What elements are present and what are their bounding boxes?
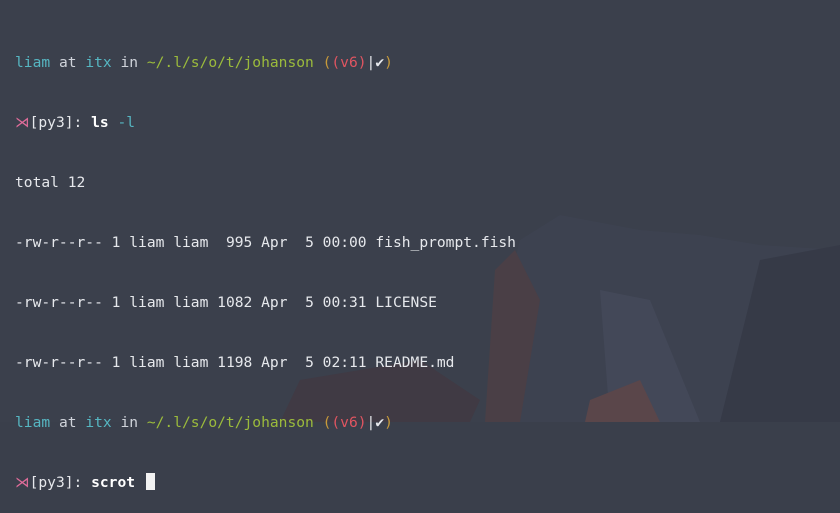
file-row: -rw-r--r-- 1 liam liam 995 Apr 5 00:00 f…	[15, 234, 516, 251]
fish-icon: ⋊	[15, 474, 30, 491]
prompt-host: itx	[85, 54, 112, 71]
file-row: -rw-r--r-- 1 liam liam 1198 Apr 5 02:11 …	[15, 354, 455, 371]
prompt-path: ~/.l/s/o/t/johanson	[146, 414, 314, 431]
file-name: LICENSE	[375, 294, 437, 311]
prompt-line: liam at itx in ~/.l/s/o/t/johanson ((v6)…	[15, 414, 393, 431]
checkmark-icon: ✔	[375, 414, 385, 431]
terminal-output[interactable]: liam at itx in ~/.l/s/o/t/johanson ((v6)…	[15, 13, 516, 513]
venv-indicator: (v6)	[331, 54, 367, 71]
venv-indicator: (v6)	[331, 414, 367, 431]
prompt-line: liam at itx in ~/.l/s/o/t/johanson ((v6)…	[15, 54, 393, 71]
fish-icon: ⋊	[15, 114, 30, 131]
env-label: [py3]:	[29, 114, 83, 131]
prompt-user: liam	[15, 54, 51, 71]
prompt-path: ~/.l/s/o/t/johanson	[146, 54, 314, 71]
prompt-host: itx	[85, 414, 112, 431]
file-name: fish_prompt.fish	[375, 234, 516, 251]
command-line[interactable]: ⋊[py3]: scrot	[15, 473, 516, 493]
file-name: README.md	[375, 354, 455, 371]
checkmark-icon: ✔	[375, 54, 385, 71]
file-row: -rw-r--r-- 1 liam liam 1082 Apr 5 00:31 …	[15, 294, 437, 311]
command-input[interactable]: scrot	[91, 474, 135, 491]
total-line: total 12	[15, 174, 86, 191]
prompt-user: liam	[15, 414, 51, 431]
text-cursor	[145, 473, 155, 490]
env-label: [py3]:	[29, 474, 83, 491]
command-flag: -l	[117, 114, 136, 131]
command-line: ⋊[py3]: ls -l	[15, 113, 516, 133]
command: ls	[91, 114, 109, 131]
